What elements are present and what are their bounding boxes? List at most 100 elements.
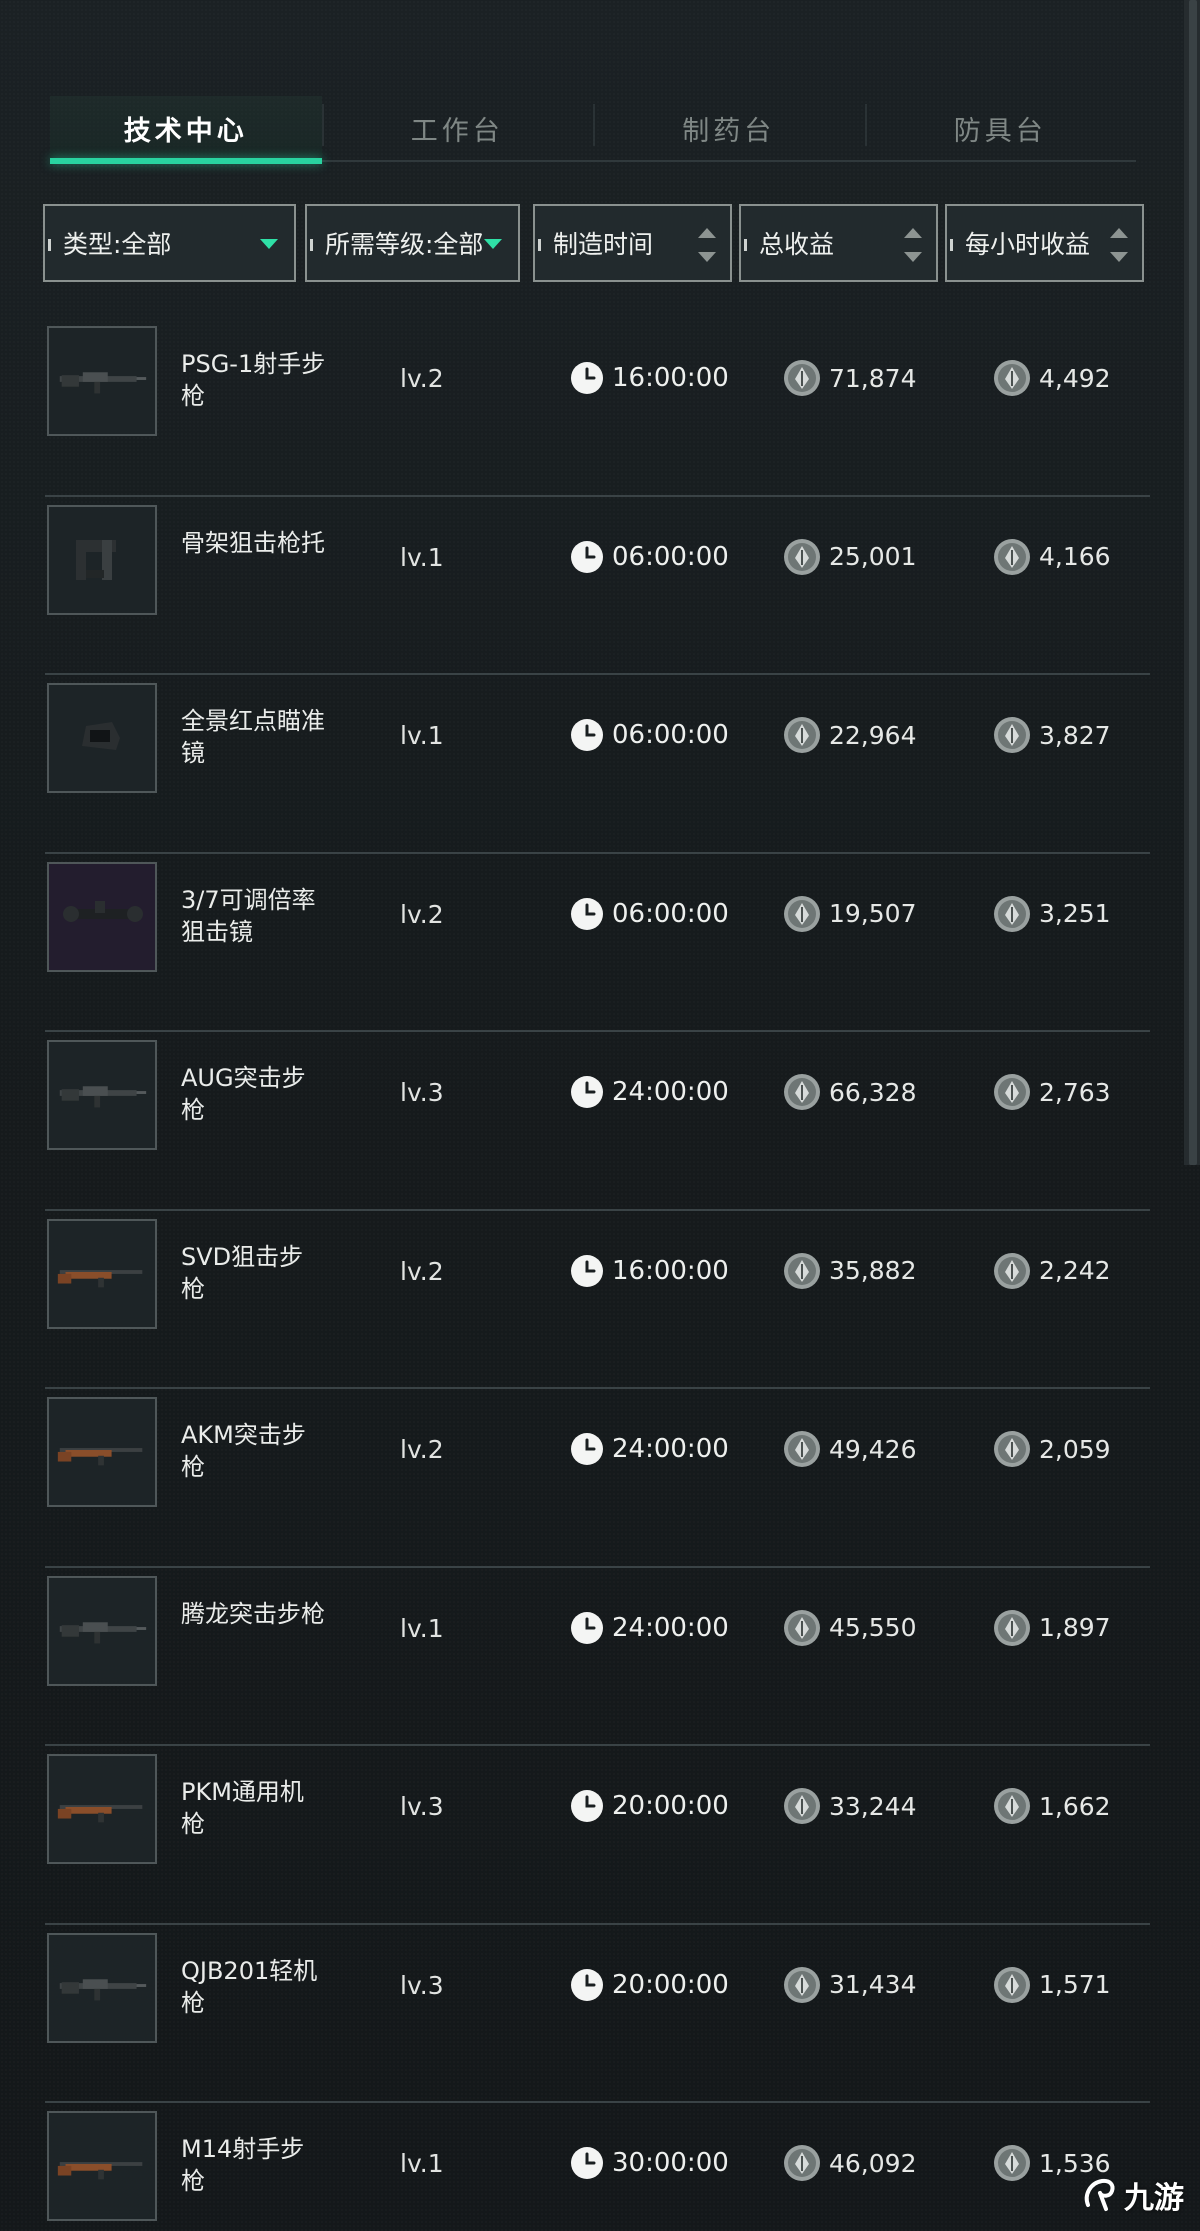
- required-level: lv.2: [400, 1256, 444, 1286]
- chevron-down-icon: [484, 239, 502, 249]
- level-filter-label: 所需等级:全部: [325, 230, 484, 259]
- total-income: 66,328: [783, 1074, 916, 1110]
- sort-hourly-income-button[interactable]: 每小时收益: [945, 204, 1144, 282]
- type-filter-dropdown[interactable]: 类型:全部: [43, 204, 296, 282]
- hourly-income: 1,571: [993, 1967, 1111, 2003]
- item-thumbnail[interactable]: [47, 504, 157, 615]
- total-income: 49,426: [783, 1431, 916, 1467]
- craft-time-value: 20:00:00: [612, 1791, 729, 1821]
- coin-icon: [783, 1609, 821, 1647]
- craft-time-value: 06:00:00: [612, 541, 729, 572]
- sort-total-income-button[interactable]: 总收益: [739, 204, 938, 282]
- required-level: lv.1: [400, 721, 444, 750]
- scrollbar-track[interactable]: [1184, 0, 1200, 1165]
- item-thumbnail[interactable]: [47, 1932, 157, 2043]
- item-row[interactable]: AUG突击步枪 lv.3 24:00:00 66,328 2,763: [45, 1032, 1150, 1211]
- hourly-income-value: 4,492: [1039, 363, 1111, 393]
- hourly-income-value: 3,827: [1039, 720, 1111, 750]
- item-name: PSG-1射手步枪: [181, 350, 326, 410]
- scrollbar-thumb[interactable]: [1189, 0, 1197, 1165]
- item-row[interactable]: M14射手步枪 lv.1 30:00:00 46,092 1,536: [45, 2103, 1150, 2231]
- aug-rifle-icon: [54, 1073, 150, 1117]
- total-income: 19,507: [783, 896, 916, 932]
- hourly-income: 2,763: [993, 1074, 1111, 1110]
- item-thumbnail[interactable]: [47, 1218, 157, 1329]
- item-name: M14射手步枪: [181, 2135, 305, 2195]
- required-level: lv.2: [400, 899, 444, 929]
- total-income-value: 22,964: [829, 720, 917, 750]
- watermark: 九游: [1080, 2173, 1184, 2217]
- item-row[interactable]: QJB201轻机枪 lv.3 20:00:00 31,434 1,571: [45, 1925, 1150, 2103]
- item-thumbnail[interactable]: [47, 2111, 157, 2221]
- item-row[interactable]: PKM通用机枪 lv.3 20:00:00 33,244 1,662: [45, 1746, 1150, 1925]
- coin-icon: [783, 1252, 821, 1290]
- item-name: AKM突击步枪: [181, 1421, 306, 1481]
- required-level: lv.1: [400, 542, 444, 572]
- item-list: PSG-1射手步枪 lv.2 16:00:00 71,874 4,492 骨架狙击枪托 lv…: [45, 318, 1150, 2231]
- item-row[interactable]: SVD狙击步枪 lv.2 16:00:00 35,882 2,242: [45, 1211, 1150, 1389]
- total-income-value: 31,434: [829, 1970, 917, 1999]
- sort-icon: [904, 228, 922, 262]
- craft-time-value: 30:00:00: [612, 2148, 729, 2178]
- item-row[interactable]: 全景红点瞄准镜 lv.1 06:00:00 22,964 3,827: [45, 675, 1150, 854]
- craft-time: 24:00:00: [570, 1610, 729, 1646]
- total-income-value: 66,328: [829, 1077, 917, 1107]
- coin-icon: [783, 1966, 821, 2004]
- required-level: lv.2: [400, 364, 444, 393]
- coin-icon: [993, 538, 1031, 576]
- psg1-rifle-icon: [54, 359, 150, 403]
- total-income-value: 45,550: [829, 1613, 917, 1642]
- tab-workbench[interactable]: 工作台: [321, 96, 594, 160]
- craft-time-value: 06:00:00: [612, 898, 729, 929]
- item-row[interactable]: AKM突击步枪 lv.2 24:00:00 49,426 2,059: [45, 1389, 1150, 1568]
- sort-hourly-label: 每小时收益: [965, 230, 1091, 259]
- item-row[interactable]: PSG-1射手步枪 lv.2 16:00:00 71,874 4,492: [45, 318, 1150, 497]
- hourly-income-value: 4,166: [1039, 542, 1111, 571]
- item-row[interactable]: 3/7可调倍率狙击镜 lv.2 06:00:00 19,507 3,251: [45, 854, 1150, 1032]
- craft-time: 30:00:00: [570, 2145, 729, 2181]
- item-thumbnail[interactable]: [47, 326, 157, 436]
- coin-icon: [993, 1252, 1031, 1290]
- item-thumbnail[interactable]: [47, 1397, 157, 1507]
- hourly-income: 4,166: [993, 539, 1111, 575]
- coin-icon: [783, 1430, 821, 1468]
- item-name: 3/7可调倍率狙击镜: [181, 885, 316, 946]
- craft-time: 16:00:00: [570, 360, 729, 396]
- coin-icon: [993, 1966, 1031, 2004]
- hourly-income-value: 3,251: [1039, 899, 1111, 928]
- tab-pharmacy[interactable]: 制药台: [593, 96, 865, 160]
- item-thumbnail[interactable]: [47, 1754, 157, 1864]
- clock-icon: [570, 2146, 604, 2180]
- craft-time: 06:00:00: [570, 896, 729, 932]
- item-name: 全景红点瞄准镜: [181, 707, 325, 767]
- sort-total-label: 总收益: [759, 230, 835, 259]
- level-filter-dropdown[interactable]: 所需等级:全部: [305, 204, 520, 282]
- item-thumbnail[interactable]: [47, 1040, 157, 1150]
- item-name: SVD狙击步枪: [181, 1242, 304, 1303]
- total-income: 22,964: [783, 717, 916, 753]
- tab-armor[interactable]: 防具台: [864, 96, 1137, 160]
- item-thumbnail[interactable]: [47, 683, 157, 793]
- required-level: lv.3: [400, 1078, 444, 1107]
- item-row[interactable]: 腾龙突击步枪 lv.1 24:00:00 45,550 1,897: [45, 1568, 1150, 1746]
- required-level: lv.3: [400, 1970, 444, 2000]
- sort-icon: [698, 228, 716, 262]
- tab-tech-center[interactable]: 技术中心: [50, 96, 322, 164]
- type-filter-label: 类型:全部: [63, 230, 172, 259]
- required-level: lv.1: [400, 1613, 444, 1643]
- coin-icon: [783, 2144, 821, 2182]
- item-thumbnail[interactable]: [47, 1575, 157, 1686]
- clock-icon: [570, 1075, 604, 1109]
- sort-time-button[interactable]: 制造时间: [533, 204, 732, 282]
- total-income-value: 46,092: [829, 2148, 917, 2178]
- item-row[interactable]: 骨架狙击枪托 lv.1 06:00:00 25,001 4,166: [45, 497, 1150, 675]
- coin-icon: [993, 895, 1031, 933]
- jiuyou-logo-icon: [1084, 2178, 1115, 2211]
- total-income: 46,092: [783, 2145, 916, 2181]
- coin-icon: [993, 359, 1031, 397]
- craft-time-value: 16:00:00: [612, 363, 729, 393]
- required-level: lv.2: [400, 1435, 444, 1464]
- item-thumbnail[interactable]: [47, 861, 157, 972]
- craft-time: 06:00:00: [570, 717, 729, 753]
- coin-icon: [783, 359, 821, 397]
